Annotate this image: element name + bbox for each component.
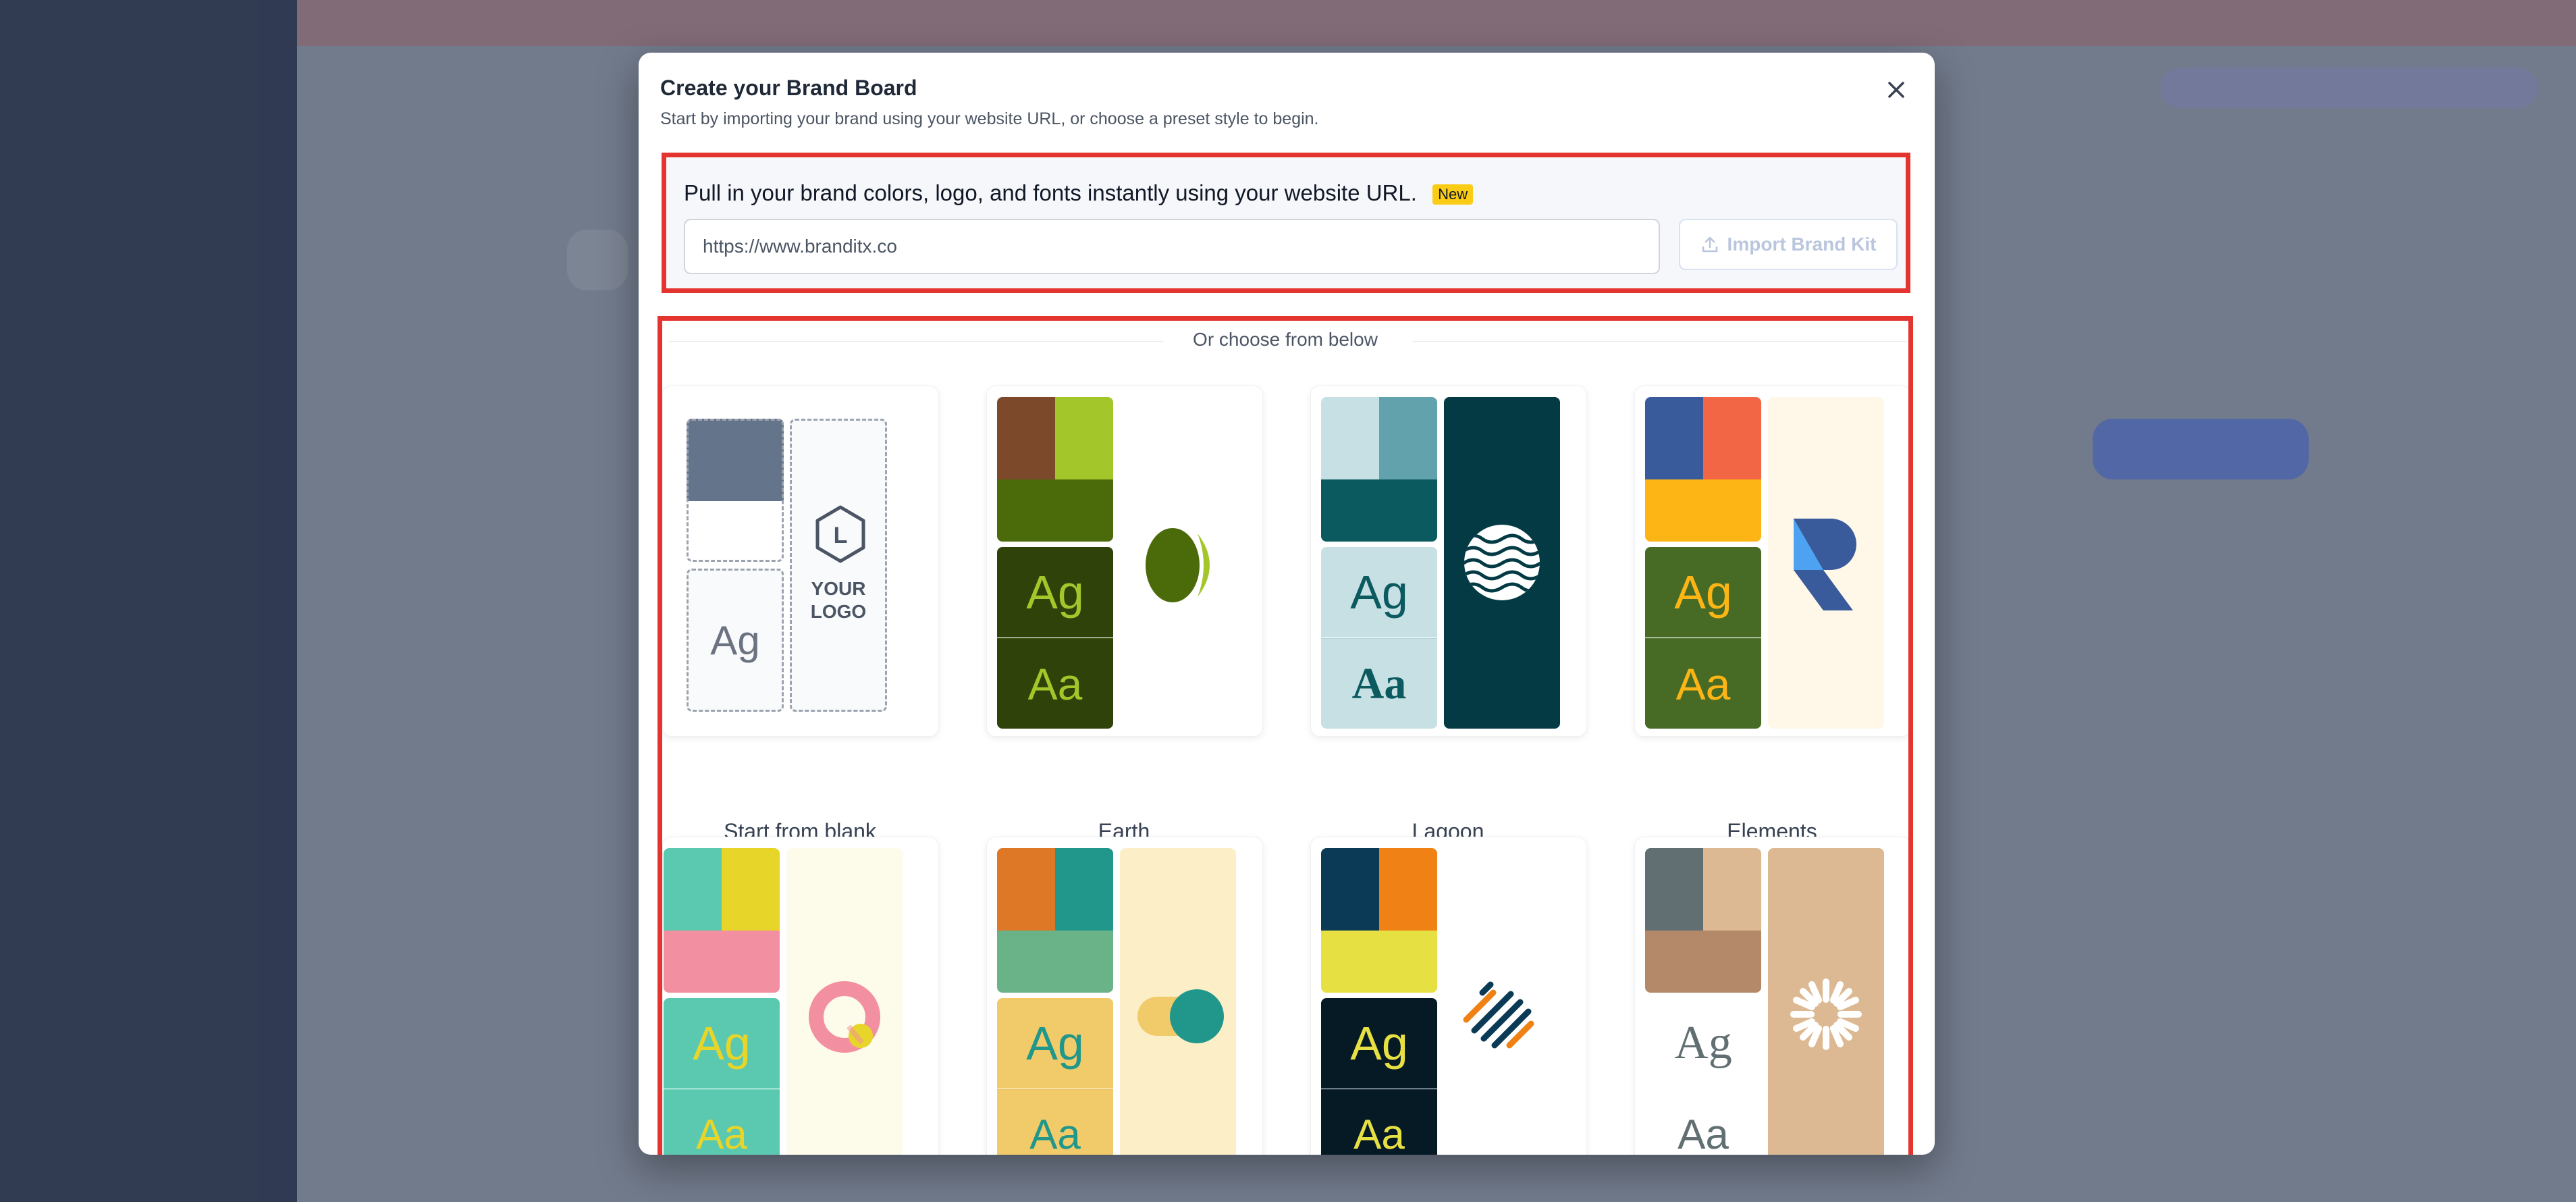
import-brand-kit-button[interactable]: Import Brand Kit xyxy=(1679,219,1898,270)
preset6-font-heading: Ag xyxy=(997,998,1113,1089)
preset5-swatch-1 xyxy=(664,848,722,931)
elements-font-body: Aa xyxy=(1645,638,1761,729)
preset6-swatch-1 xyxy=(997,848,1055,931)
lagoon-swatch-1 xyxy=(1321,397,1379,479)
preset6-swatch-2 xyxy=(1055,848,1113,931)
blank-logo-slot: L YOUR LOGO xyxy=(790,419,887,712)
blank-font-slot: Ag xyxy=(687,569,784,712)
close-icon xyxy=(1888,82,1904,98)
preset-card-5[interactable]: Ag Aa xyxy=(662,837,939,1155)
preset8-swatch-1 xyxy=(1645,848,1703,931)
blank-color-slot xyxy=(687,419,784,562)
elements-font-heading: Ag xyxy=(1645,547,1761,637)
import-section: Pull in your brand colors, logo, and fon… xyxy=(662,153,1910,293)
earth-swatch-2 xyxy=(1055,397,1113,479)
preset-card-earth[interactable]: Ag Aa xyxy=(986,386,1263,737)
import-brand-kit-label: Import Brand Kit xyxy=(1727,234,1877,255)
divider-text: Or choose from below xyxy=(1193,329,1378,350)
hexagon-logo-icon: L xyxy=(815,505,865,563)
preset-card-blank[interactable]: Ag L YOUR LOGO xyxy=(662,386,939,737)
sun-logo-icon xyxy=(1790,978,1862,1050)
preset5-font-body: Aa xyxy=(664,1089,780,1155)
your-logo-line-2: LOGO xyxy=(810,601,867,622)
preset6-swatch-3 xyxy=(997,931,1113,993)
import-heading-text: Pull in your brand colors, logo, and fon… xyxy=(684,180,1417,205)
close-button[interactable] xyxy=(1879,73,1913,107)
preset7-swatch-2 xyxy=(1379,848,1437,931)
preset7-swatch-1 xyxy=(1321,848,1379,931)
preset6-logo-panel xyxy=(1120,848,1236,1155)
preset8-swatch-3 xyxy=(1645,931,1761,993)
preset8-logo-panel xyxy=(1768,848,1884,1155)
elements-swatch-3 xyxy=(1645,479,1761,542)
lagoon-swatch-3 xyxy=(1321,479,1437,542)
website-url-input[interactable] xyxy=(684,219,1660,274)
divider: Or choose from below xyxy=(662,328,1908,355)
import-heading: Pull in your brand colors, logo, and fon… xyxy=(684,180,1474,206)
preset8-font-heading: Ag xyxy=(1645,998,1761,1089)
your-logo-line-1: YOUR xyxy=(811,578,866,599)
preset-card-6[interactable]: Ag Aa xyxy=(986,837,1263,1155)
lagoon-swatch-2 xyxy=(1379,397,1437,479)
brand-board-modal: Create your Brand Board Start by importi… xyxy=(639,53,1935,1155)
earth-font-body: Aa xyxy=(997,638,1113,729)
preset5-font-heading: Ag xyxy=(664,998,780,1089)
preset-card-7[interactable]: Ag Aa xyxy=(1310,837,1587,1155)
earth-swatch-1 xyxy=(997,397,1055,479)
elements-swatch-2 xyxy=(1703,397,1761,479)
lagoon-font-body: Aa xyxy=(1321,638,1437,729)
elements-swatch-1 xyxy=(1645,397,1703,479)
blank-logo-letter: L xyxy=(834,523,848,548)
presets-section: Or choose from below Ag L YOUR LOGO Star… xyxy=(658,316,1913,1155)
wave-logo-icon xyxy=(1464,525,1540,600)
upload-icon xyxy=(1702,236,1717,253)
modal-title: Create your Brand Board xyxy=(660,76,917,100)
preset8-font-body: Aa xyxy=(1645,1089,1761,1155)
earth-swatch-3 xyxy=(997,479,1113,542)
preset5-logo-panel xyxy=(786,848,903,1155)
preset8-swatch-2 xyxy=(1703,848,1761,931)
modal-subtitle: Start by importing your brand using your… xyxy=(660,109,1319,128)
preset-card-8[interactable]: Ag Aa xyxy=(1634,837,1908,1155)
elements-logo-panel xyxy=(1768,397,1884,729)
toggle-logo-icon xyxy=(1137,989,1224,1043)
r-logo-icon xyxy=(1794,519,1856,610)
stripes-logo-icon xyxy=(1463,981,1534,1049)
new-badge: New xyxy=(1432,184,1474,205)
your-logo-text: YOUR LOGO xyxy=(792,577,885,623)
lagoon-font-heading: Ag xyxy=(1321,547,1437,637)
q-logo-icon xyxy=(809,981,880,1053)
preset6-font-body: Aa xyxy=(997,1089,1113,1155)
preset-card-elements[interactable]: Ag Aa xyxy=(1634,386,1908,737)
preset5-swatch-3 xyxy=(664,931,780,993)
preset7-swatch-3 xyxy=(1321,931,1437,993)
lagoon-logo-panel xyxy=(1444,397,1560,729)
earth-logo-icon xyxy=(1146,528,1210,602)
preset-card-lagoon[interactable]: Ag Aa xyxy=(1310,386,1587,737)
preset7-font-body: Aa xyxy=(1321,1089,1437,1155)
earth-font-heading: Ag xyxy=(997,547,1113,637)
preset7-font-heading: Ag xyxy=(1321,998,1437,1089)
preset5-swatch-2 xyxy=(722,848,780,931)
